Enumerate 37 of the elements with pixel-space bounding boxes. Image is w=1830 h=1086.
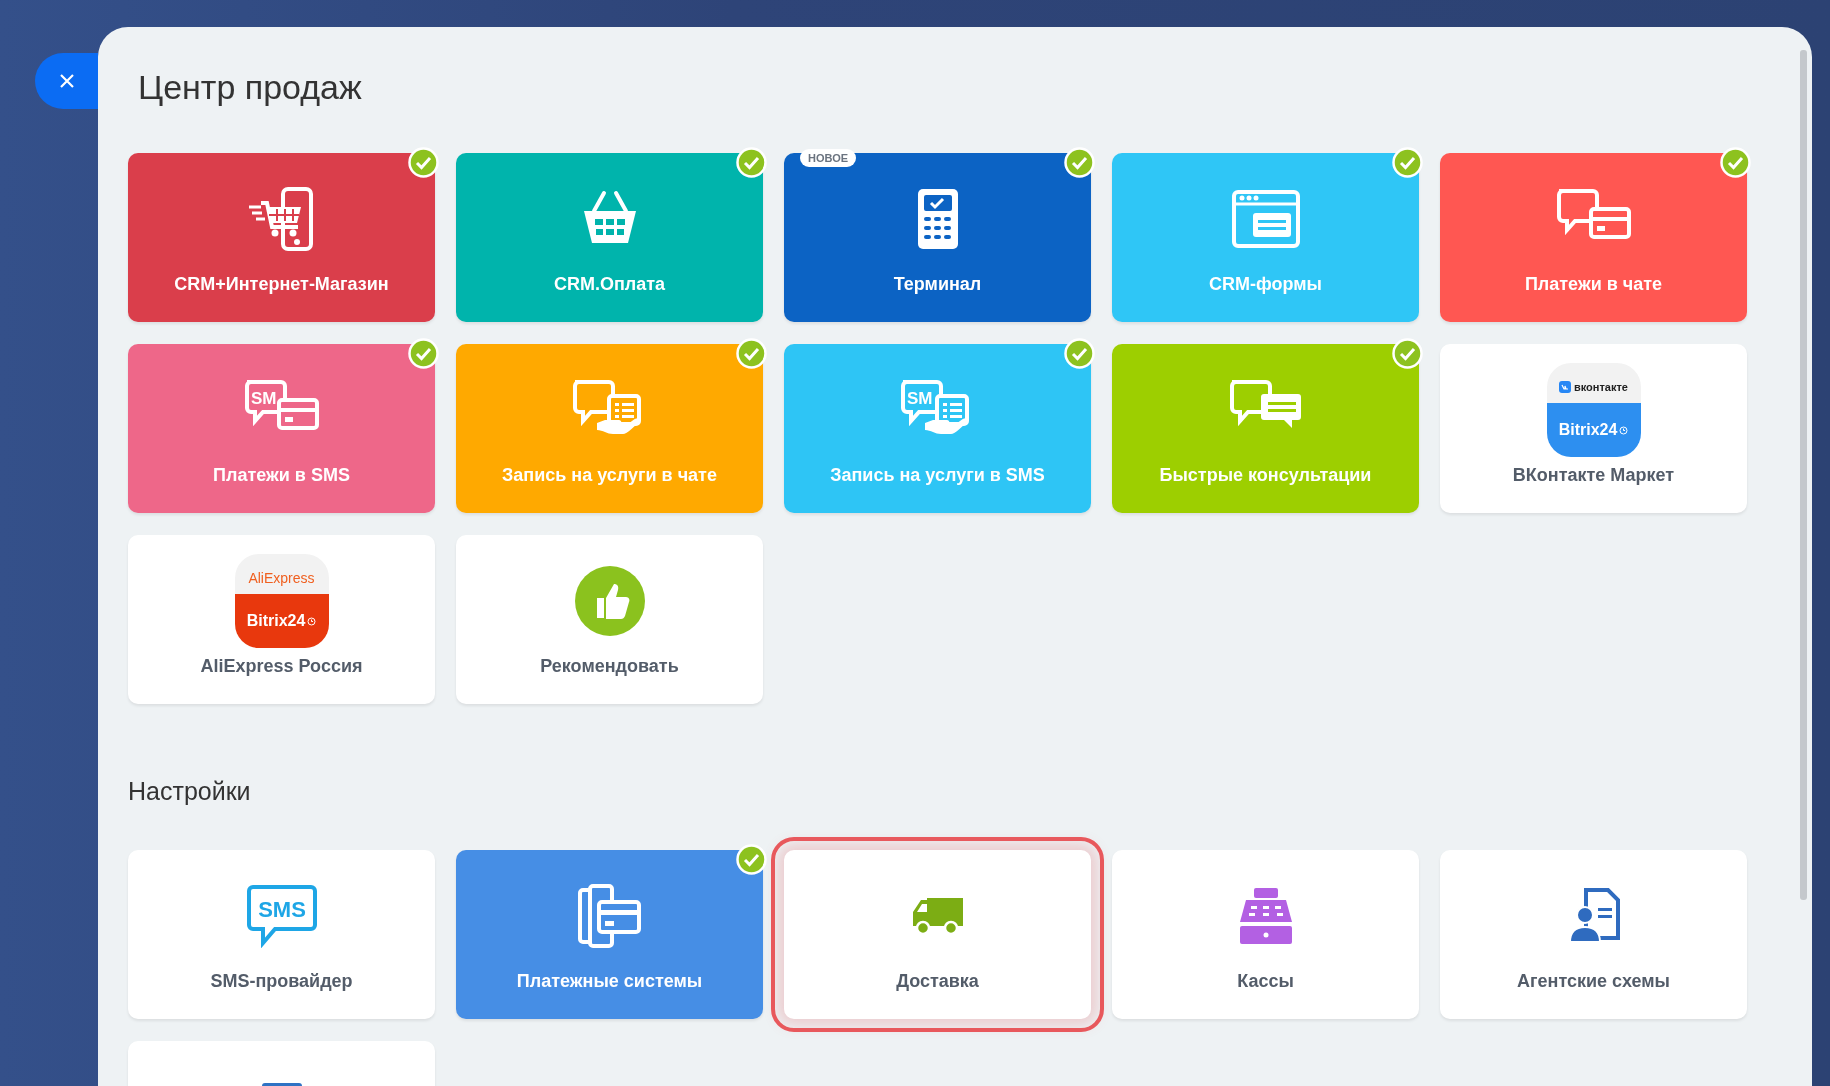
close-button[interactable] bbox=[35, 53, 98, 109]
sms-text: SMS bbox=[257, 897, 306, 922]
cash-register-icon bbox=[1237, 886, 1294, 946]
clock-icon bbox=[1619, 425, 1629, 435]
truck-icon bbox=[910, 896, 965, 936]
app-tile[interactable]: CRM+Интернет-Магазин bbox=[128, 153, 435, 322]
browser-window-icon bbox=[1230, 189, 1301, 249]
sms-text: SM bbox=[250, 389, 276, 408]
app-tile[interactable]: SMS SMS-провайдер bbox=[128, 850, 435, 1019]
app-tile[interactable]: Агентские схемы bbox=[1440, 850, 1747, 1019]
app-tile[interactable]: Кассы bbox=[1112, 850, 1419, 1019]
logo-text: AliExpress bbox=[248, 568, 315, 588]
app-tile[interactable]: Платежные системы bbox=[456, 850, 763, 1019]
app-tile[interactable]: SM Платежи в SMS bbox=[128, 344, 435, 513]
scrollbar[interactable] bbox=[1800, 50, 1807, 900]
vk-icon bbox=[1559, 381, 1571, 393]
logo-text: вконтакте bbox=[1574, 379, 1628, 395]
logo-text: Bitrix24 bbox=[246, 611, 306, 631]
chat-bubble-icon bbox=[244, 380, 287, 423]
app-tile[interactable]: AliExpress Bitrix24 AliExpress Россия bbox=[128, 535, 435, 704]
close-icon bbox=[58, 73, 75, 89]
app-tile[interactable]: Доставка bbox=[784, 850, 1091, 1019]
app-tile[interactable]: вконтакте Bitrix24 ВКонтакте Маркет bbox=[1440, 344, 1747, 513]
chat-bubble-icon bbox=[900, 380, 943, 423]
section-heading: Настройки bbox=[128, 776, 252, 806]
card-icon bbox=[276, 398, 319, 430]
app-tile[interactable]: CRM.Оплата bbox=[456, 153, 763, 322]
sms-text: SM bbox=[906, 389, 932, 408]
payment-terminal-icon bbox=[915, 187, 960, 251]
app-tile[interactable]: Платежи в чате bbox=[1440, 153, 1747, 322]
panel-title: Центр продаж bbox=[138, 67, 363, 108]
clock-icon bbox=[307, 616, 317, 626]
app-tile[interactable]: Рекомендовать bbox=[456, 535, 763, 704]
thumbs-up-icon bbox=[574, 566, 645, 636]
logo-text: Bitrix24 bbox=[1558, 420, 1618, 440]
cards-icon bbox=[576, 884, 643, 948]
new-badge: НОВОЕ bbox=[800, 149, 857, 167]
